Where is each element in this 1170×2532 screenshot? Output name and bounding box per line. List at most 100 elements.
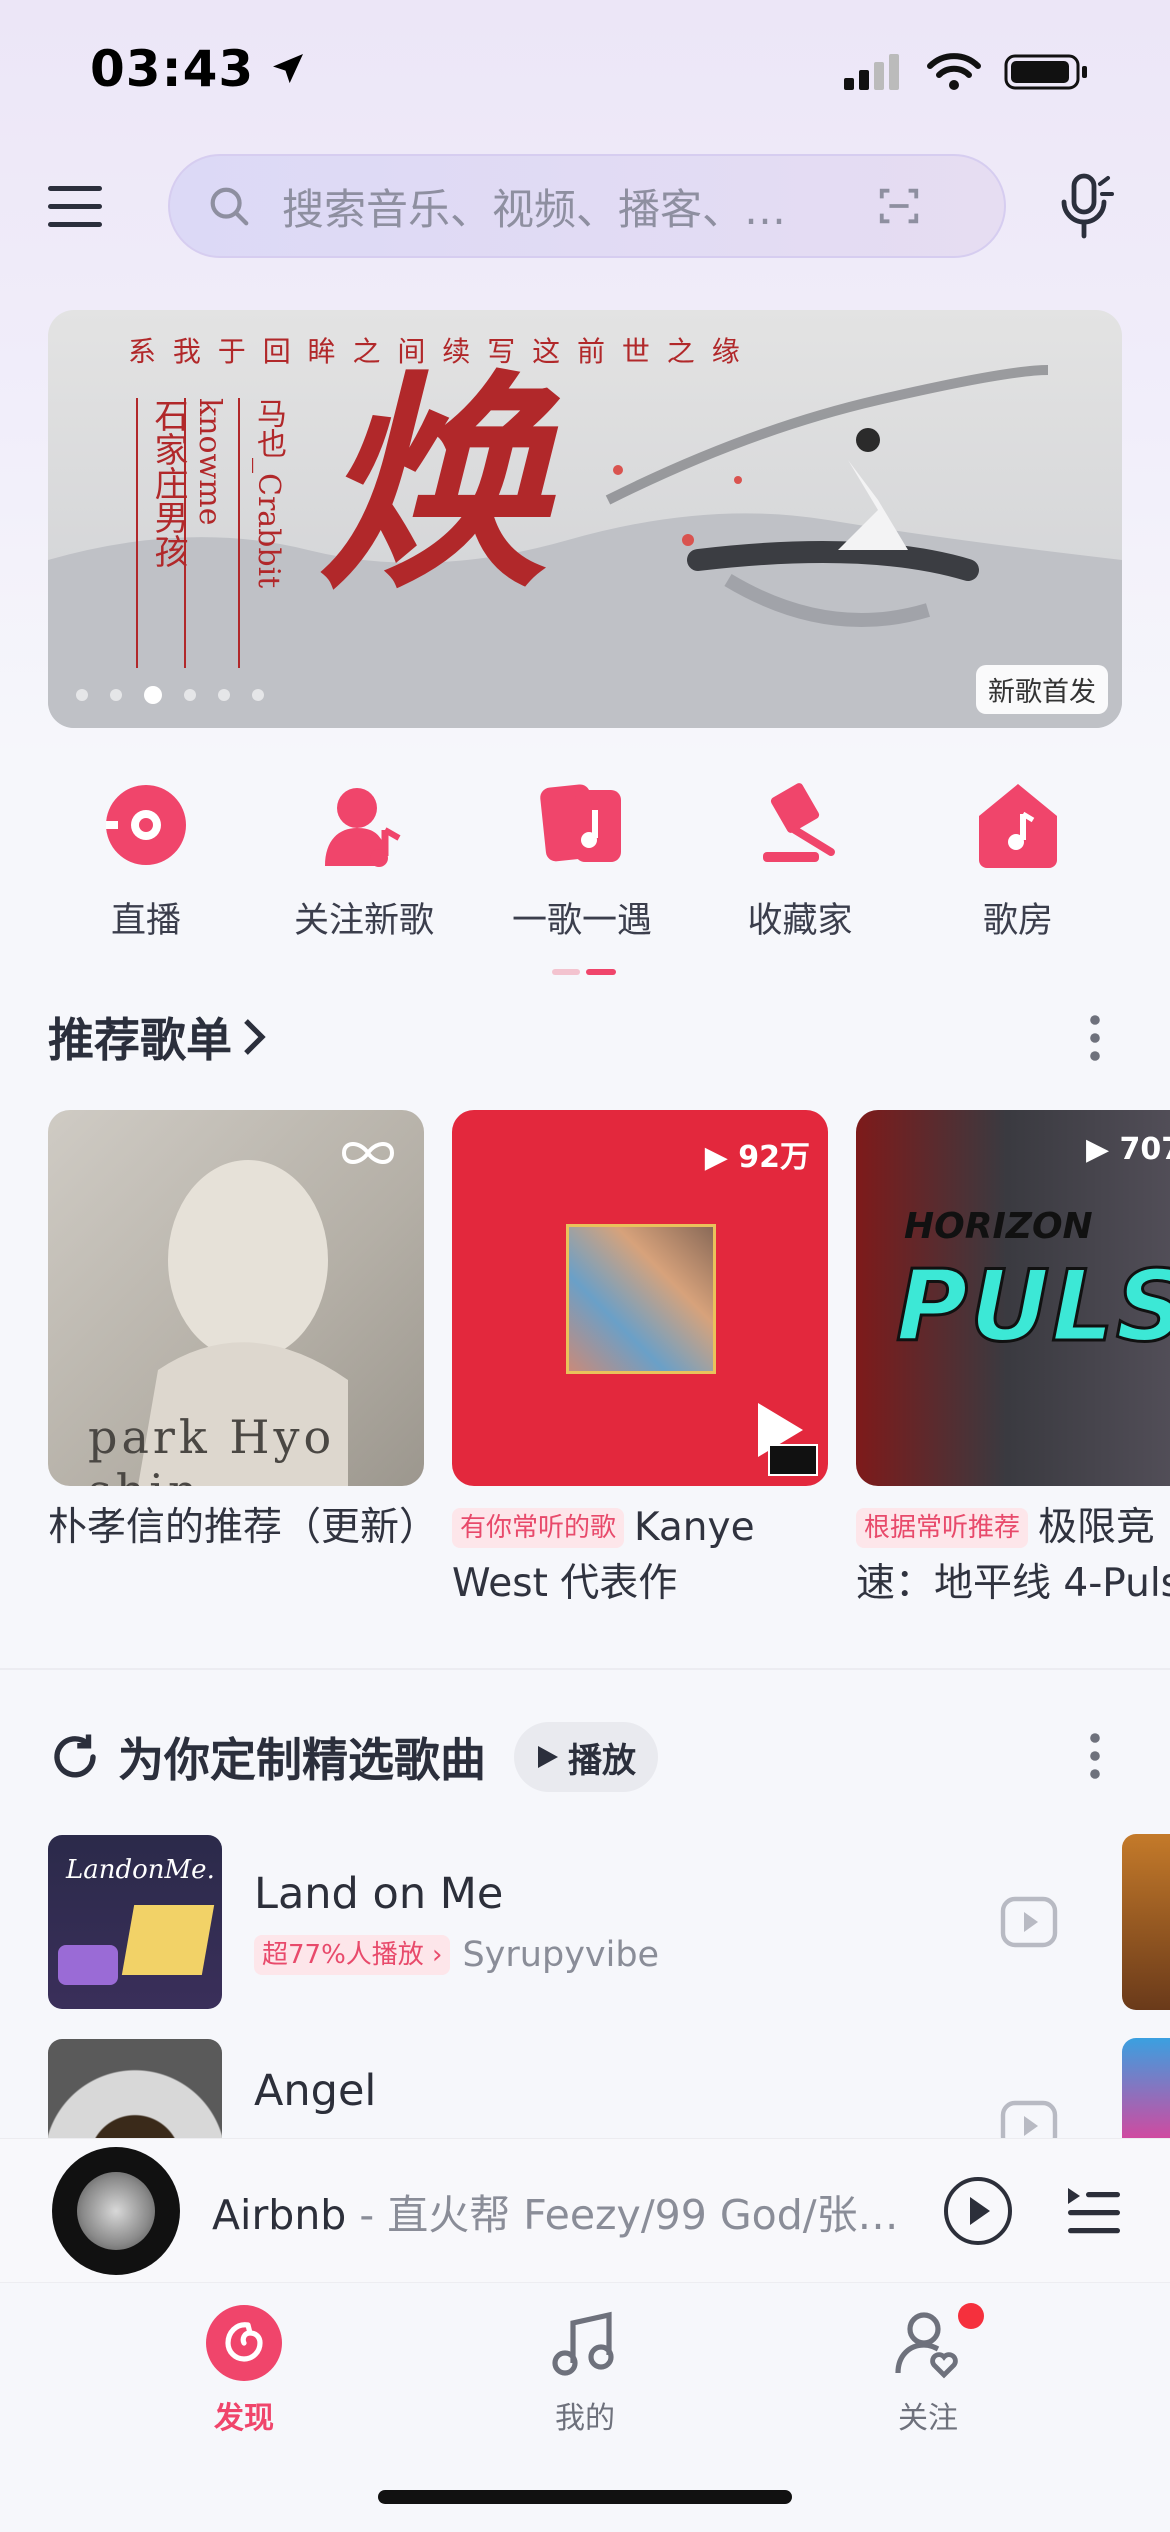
category-karaoke-room[interactable]: 歌房: [918, 780, 1118, 943]
playlist-tag: 根据常听推荐: [856, 1508, 1029, 1548]
player-disc: [52, 2146, 180, 2275]
tab-follow[interactable]: 关注: [828, 2303, 1028, 2437]
status-bar-indicators: [842, 52, 1090, 92]
netease-logo-icon: [206, 2305, 282, 2381]
banner-artist-3: 马也_Crabbit: [238, 398, 290, 668]
cellular-signal-icon: [844, 54, 899, 90]
playlist-caption: 朴孝信的推荐（更新）: [48, 1500, 424, 1612]
playlists-more-button[interactable]: [1080, 1014, 1110, 1066]
player-track-info: Airbnb - 直火帮 Feezy/99 God/张…: [212, 2190, 899, 2239]
song-info: Angel: [254, 2066, 1000, 2116]
playlist-cover: HORIZON PULSE ▶ 707: [856, 1110, 1170, 1486]
song-meta: 超77%人播放 › Syrupyvibe: [254, 1935, 1000, 1975]
parental-advisory-icon: [768, 1444, 818, 1476]
refresh-icon[interactable]: [48, 1730, 102, 1784]
chevron-right-icon: [244, 1019, 266, 1055]
category-follow-new-songs[interactable]: 关注新歌: [264, 780, 464, 943]
playlist-card[interactable]: park Hyo shin 朴孝信的推荐（更新）: [48, 1110, 424, 1612]
home-indicator: [378, 2490, 792, 2504]
video-play-icon[interactable]: [1000, 1896, 1058, 1948]
cover-text-horizon: HORIZON: [904, 1206, 1093, 1247]
clock: 03:43: [90, 40, 255, 98]
carousel-dot[interactable]: [76, 689, 88, 701]
notification-dot: [958, 2303, 984, 2329]
song-info: Land on Me 超77%人播放 › Syrupyvibe: [254, 1869, 1000, 1975]
more-vertical-icon: [1090, 1015, 1100, 1061]
playlist-caption: 根据常听推荐极限竞速：地平线 4-Pulse（: [856, 1500, 1170, 1612]
mini-player[interactable]: Airbnb - 直火帮 Feezy/99 God/张…: [0, 2138, 1170, 2282]
banner-artist-2: knowme: [184, 398, 227, 668]
song-encounter-icon: [540, 784, 621, 862]
tab-label: 关注: [898, 2401, 958, 2436]
collector-icon: [763, 783, 835, 862]
category-collector[interactable]: 收藏家: [700, 780, 900, 943]
more-vertical-icon: [1090, 1733, 1100, 1779]
karaoke-room-icon: [979, 784, 1057, 868]
player-album-art: [77, 2171, 155, 2250]
menu-button[interactable]: [46, 182, 104, 236]
tab-discover[interactable]: 发现: [144, 2303, 344, 2437]
follow-new-songs-icon: [325, 788, 401, 867]
playlist-card[interactable]: HORIZON PULSE ▶ 707 根据常听推荐极限竞速：地平线 4-Pul…: [856, 1110, 1170, 1612]
song-title: Angel: [254, 2066, 377, 2116]
cover-text: LandonMe.: [66, 1855, 215, 1885]
song-row[interactable]: LandonMe. Land on Me 超77%人播放 › Syrupyvib…: [48, 1834, 1170, 2010]
banner-carousel[interactable]: 系 我 于 回 眸 之 间 续 写 这 前 世 之 缘 石家庄男孩 knowme…: [48, 310, 1122, 728]
microphone-icon: [1061, 173, 1114, 239]
section-title: 推荐歌单: [48, 1013, 232, 1067]
song-title: Land on Me: [254, 1869, 504, 1919]
playlist-cover: park Hyo shin: [48, 1110, 424, 1486]
playlists-section-header[interactable]: 推荐歌单: [48, 1004, 268, 1070]
category-live[interactable]: 直播: [46, 780, 246, 943]
location-arrow-icon: [273, 54, 304, 84]
infinity-icon: [341, 1142, 395, 1164]
next-column-cover[interactable]: [1122, 1834, 1170, 2010]
play-icon: [538, 1746, 558, 1768]
category-label: 关注新歌: [293, 901, 434, 941]
banner-badge: 新歌首发: [976, 665, 1108, 714]
cover-text: park Hyo shin: [88, 1410, 336, 1486]
carousel-dot[interactable]: [184, 689, 196, 701]
player-play-button[interactable]: [942, 2175, 1014, 2247]
category-song-encounter[interactable]: 一歌一遇: [482, 780, 682, 943]
carousel-dot[interactable]: [144, 686, 162, 704]
popularity-badge-text: 超77%人播放: [262, 1940, 424, 1970]
daily-more-button[interactable]: [1080, 1732, 1110, 1784]
playlist-tag: 有你常听的歌: [452, 1508, 625, 1548]
battery-icon: [1004, 54, 1087, 90]
daily-section-header: 为你定制精选歌曲 播放: [48, 1722, 658, 1792]
album-art-pixelated: [566, 1224, 716, 1374]
live-icon: [106, 785, 186, 865]
play-count-value: 92万: [738, 1140, 810, 1175]
player-title: Airbnb: [212, 2190, 347, 2239]
section-divider: [0, 1668, 1170, 1670]
tab-label: 我的: [555, 2401, 615, 2436]
status-bar-time: 03:43: [90, 40, 308, 98]
category-scroll-indicator: [552, 960, 618, 975]
playlist-title: 朴孝信的推荐（更新）: [48, 1505, 424, 1550]
carousel-dot[interactable]: [252, 689, 264, 701]
voice-search-button[interactable]: [1054, 172, 1118, 244]
play-count: ▶ 707: [1086, 1132, 1170, 1167]
next-column-cover[interactable]: [1122, 2038, 1170, 2138]
wifi-icon: [927, 53, 981, 90]
popularity-badge: 超77%人播放 ›: [254, 1935, 451, 1975]
playlist-queue-icon[interactable]: [1064, 2184, 1122, 2238]
category-label: 一歌一遇: [511, 901, 652, 941]
play-all-label: 播放: [568, 1740, 636, 1781]
banner-song-title: 焕: [318, 350, 548, 620]
play-all-button[interactable]: 播放: [514, 1722, 658, 1792]
scan-icon[interactable]: [876, 183, 922, 229]
song-artist: Syrupyvibe: [462, 1935, 660, 1975]
carousel-dots: [76, 686, 264, 704]
category-label: 歌房: [982, 901, 1053, 941]
carousel-dot[interactable]: [218, 689, 230, 701]
search-bar[interactable]: 搜索音乐、视频、播客、…: [168, 154, 1006, 258]
search-icon: [210, 187, 249, 226]
carousel-dot[interactable]: [110, 689, 122, 701]
playlist-card[interactable]: ▶ 92万 有你常听的歌 Kanye West 代表作: [452, 1110, 828, 1612]
tab-label: 发现: [214, 2401, 274, 2436]
song-cover: LandonMe.: [48, 1835, 222, 2009]
tab-mine[interactable]: 我的: [485, 2303, 685, 2437]
play-count-value: 707: [1119, 1132, 1170, 1167]
